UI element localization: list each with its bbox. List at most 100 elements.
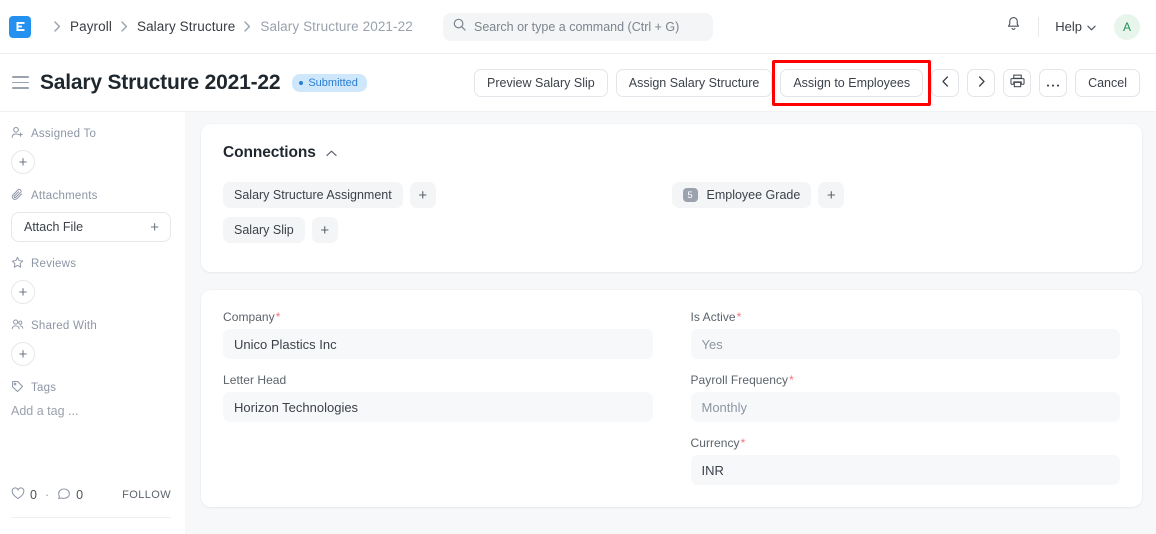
connections-column-left: Salary Structure Assignment + Salary Sli… [223,182,672,252]
connection-item: 5 Employee Grade + [672,182,1121,208]
page-actions: Preview Salary Slip Assign Salary Struct… [474,69,1140,97]
letter-head-input[interactable]: Horizon Technologies [223,392,653,422]
like-count: 0 [30,488,37,502]
preview-salary-slip-button[interactable]: Preview Salary Slip [474,69,608,97]
breadcrumb-chevron-icon [54,21,61,32]
connections-title: Connections [223,144,316,162]
user-plus-icon [11,126,24,142]
employee-grade-label: Employee Grade [707,188,801,202]
cancel-button[interactable]: Cancel [1075,69,1140,97]
payroll-frequency-label: Payroll Frequency* [691,373,1121,387]
is-active-input[interactable]: Yes [691,329,1121,359]
connection-item: Salary Slip + [223,217,672,243]
add-tag-input[interactable]: Add a tag ... [11,404,171,418]
print-button[interactable] [1003,69,1031,97]
chevron-up-icon[interactable] [326,144,337,162]
breadcrumb-item-salary-structure[interactable]: Salary Structure [137,19,235,34]
star-icon [11,256,24,272]
is-active-label: Is Active* [691,310,1121,324]
company-label: Company* [223,310,653,324]
add-salary-slip-button[interactable]: + [312,217,338,243]
help-menu-button[interactable]: Help [1049,15,1102,38]
users-icon [11,318,24,334]
company-label-text: Company [223,310,275,324]
previous-document-button[interactable] [931,69,959,97]
sidebar-toggle-icon[interactable] [10,72,32,94]
notifications-button[interactable] [998,12,1028,42]
help-label: Help [1055,19,1082,34]
avatar[interactable]: A [1114,14,1140,40]
form-grid: Company* Unico Plastics Inc Letter Head … [223,310,1120,485]
connections-column-right: 5 Employee Grade + [672,182,1121,252]
connections-header[interactable]: Connections [223,144,1120,162]
details-form-card: Company* Unico Plastics Inc Letter Head … [201,290,1142,507]
bell-icon [1006,16,1021,37]
breadcrumb-item-current: Salary Structure 2021-22 [260,19,412,34]
company-input[interactable]: Unico Plastics Inc [223,329,653,359]
more-options-button[interactable] [1039,69,1067,97]
global-search[interactable]: Search or type a command (Ctrl + G) [443,13,713,41]
currency-input[interactable]: INR [691,455,1121,485]
connection-salary-slip[interactable]: Salary Slip [223,217,305,243]
navbar-divider [1038,17,1039,37]
sidebar-section-reviews: Reviews + [11,256,171,304]
chevron-right-icon [978,76,985,90]
tag-icon [11,380,24,396]
printer-icon [1010,74,1025,91]
follow-button[interactable]: FOLLOW [122,489,171,501]
ellipsis-icon [1046,76,1060,90]
required-asterisk: * [276,310,281,324]
main-content: Connections Salary Structure Assignment … [185,112,1156,534]
search-input[interactable]: Search or type a command (Ctrl + G) [443,13,713,41]
status-dot-icon [299,81,303,85]
chevron-left-icon [942,76,949,90]
breadcrumb-chevron-icon [121,21,128,32]
next-document-button[interactable] [967,69,995,97]
paperclip-icon [11,188,24,204]
chevron-down-icon [1087,19,1096,34]
currency-label: Currency* [691,436,1121,450]
breadcrumb-item-payroll[interactable]: Payroll [70,19,112,34]
shared-with-label-row: Shared With [11,318,171,334]
heart-icon[interactable] [11,487,25,503]
assign-to-employees-button[interactable]: Assign to Employees [780,69,923,97]
page-title: Salary Structure 2021-22 [40,71,280,95]
document-sidebar: Assigned To + Attachments Attach File + [0,112,185,534]
sidebar-divider [11,517,171,518]
sidebar-section-shared-with: Shared With + [11,318,171,366]
add-review-button[interactable]: + [11,280,35,304]
connection-item: Salary Structure Assignment + [223,182,672,208]
connection-employee-grade[interactable]: 5 Employee Grade [672,182,812,208]
assigned-to-label-row: Assigned To [11,126,171,142]
plus-icon: + [150,220,159,235]
add-share-button[interactable]: + [11,342,35,366]
connection-salary-structure-assignment[interactable]: Salary Structure Assignment [223,182,403,208]
reviews-label-row: Reviews [11,256,171,272]
attachments-label: Attachments [31,190,98,202]
attachments-label-row: Attachments [11,188,171,204]
field-is-active: Is Active* Yes [691,310,1121,359]
field-company: Company* Unico Plastics Inc [223,310,653,359]
connections-card: Connections Salary Structure Assignment … [201,124,1142,272]
payroll-frequency-label-text: Payroll Frequency [691,373,789,387]
attach-file-button[interactable]: Attach File + [11,212,171,242]
form-column-left: Company* Unico Plastics Inc Letter Head … [223,310,653,485]
assign-salary-structure-button[interactable]: Assign Salary Structure [616,69,773,97]
breadcrumb: Payroll Salary Structure Salary Structur… [45,19,413,34]
add-assignment-button[interactable]: + [11,150,35,174]
app-logo-icon[interactable] [9,16,31,38]
add-employee-grade-button[interactable]: + [818,182,844,208]
navbar-right-group: Help A [998,12,1140,42]
breadcrumb-chevron-icon [244,21,251,32]
payroll-frequency-input[interactable]: Monthly [691,392,1121,422]
page-header: Salary Structure 2021-22 Submitted Previ… [0,54,1156,112]
add-salary-structure-assignment-button[interactable]: + [410,182,436,208]
required-asterisk: * [789,373,794,387]
field-currency: Currency* INR [691,436,1121,485]
sidebar-footer-row: 0 · 0 FOLLOW [11,487,171,517]
search-placeholder: Search or type a command (Ctrl + G) [474,20,679,34]
comment-icon[interactable] [57,487,71,503]
top-navbar: Payroll Salary Structure Salary Structur… [0,0,1156,54]
field-payroll-frequency: Payroll Frequency* Monthly [691,373,1121,422]
is-active-label-text: Is Active [691,310,736,324]
